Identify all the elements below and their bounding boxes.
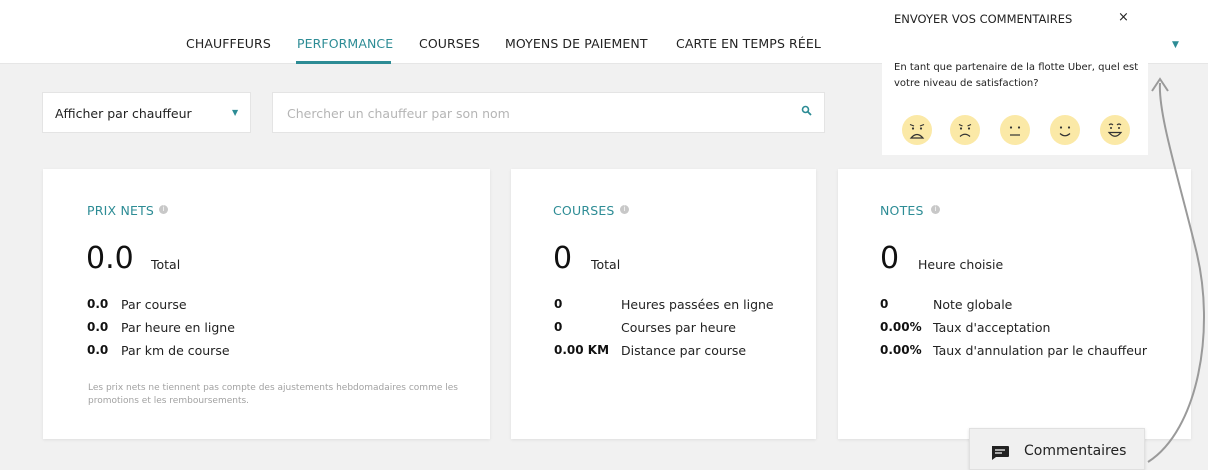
net-prices-total-label: Total [151, 257, 181, 272]
tab-courses[interactable]: COURSES [419, 36, 480, 51]
active-tab-indicator [296, 61, 391, 64]
chevron-down-icon: ▼ [232, 108, 239, 117]
ratings-title: NOTES [880, 203, 924, 218]
net-per-km-value: 0.0 [87, 343, 109, 357]
trips-per-hour-value: 0 [554, 320, 563, 334]
overall-rating-value: 0 [880, 297, 889, 311]
net-per-hour-label: Par heure en ligne [121, 320, 235, 335]
info-icon[interactable]: i [620, 205, 629, 214]
tab-carte-en-temps-reel[interactable]: CARTE EN TEMPS RÉEL [676, 36, 821, 51]
net-per-km-label: Par km de course [121, 343, 230, 358]
feedback-panel: ENVOYER VOS COMMENTAIRES × En tant que p… [882, 0, 1148, 155]
search-icon[interactable] [801, 105, 813, 117]
neutral-face-icon[interactable] [999, 114, 1031, 146]
trips-per-hour-label: Courses par heure [621, 320, 736, 335]
view-by-driver-select[interactable]: Afficher par chauffeur ▼ [42, 92, 251, 133]
view-select-value: Afficher par chauffeur [55, 106, 192, 121]
info-icon[interactable]: i [159, 205, 168, 214]
cancellation-rate-label: Taux d'annulation par le chauffeur [933, 343, 1147, 358]
overall-rating-label: Note globale [933, 297, 1013, 312]
unhappy-face-icon[interactable] [949, 114, 981, 146]
comments-button[interactable]: Commentaires [969, 428, 1145, 470]
satisfaction-question: En tant que partenaire de la flotte Uber… [894, 62, 1139, 89]
net-per-trip-label: Par course [121, 297, 187, 312]
info-icon[interactable]: i [931, 205, 940, 214]
trips-total-value: 0 [553, 241, 573, 276]
account-dropdown-caret-icon[interactable]: ▼ [1172, 40, 1179, 50]
driver-search-box [272, 92, 825, 133]
trips-title: COURSES [553, 203, 615, 218]
trips-total-label: Total [591, 257, 621, 272]
curved-arrow-annotation [1147, 77, 1205, 463]
distance-per-trip-value: 0.00 KM [554, 343, 610, 357]
chat-bubble-icon [992, 446, 1009, 460]
very-unhappy-face-icon[interactable] [901, 114, 933, 146]
hours-online-label: Heures passées en ligne [621, 297, 774, 312]
acceptance-rate-label: Taux d'acceptation [933, 320, 1051, 335]
tab-chauffeurs[interactable]: CHAUFFEURS [186, 36, 271, 51]
close-icon[interactable]: × [1118, 10, 1129, 25]
tab-performance[interactable]: PERFORMANCE [297, 36, 393, 51]
ratings-label: Heure choisie [918, 257, 1004, 272]
feedback-title: ENVOYER VOS COMMENTAIRES [894, 12, 1073, 26]
comments-button-label: Commentaires [1024, 443, 1127, 459]
acceptance-rate-value: 0.00% [880, 320, 922, 334]
net-prices-footnote: Les prix nets ne tiennent pas compte des… [88, 383, 458, 406]
trips-card: COURSES i 0 Total 0 Heures passées en li… [511, 169, 816, 439]
happy-face-icon[interactable] [1049, 114, 1081, 146]
net-prices-total-value: 0.0 [86, 241, 134, 276]
net-prices-title: PRIX NETS [87, 203, 155, 218]
net-prices-card: PRIX NETS i 0.0 Total 0.0 Par course 0.0… [43, 169, 490, 439]
net-per-trip-value: 0.0 [87, 297, 109, 311]
cancellation-rate-value: 0.00% [880, 343, 922, 357]
tab-moyens-de-paiement[interactable]: MOYENS DE PAIEMENT [505, 36, 648, 51]
distance-per-trip-label: Distance par course [621, 343, 747, 358]
driver-search-input[interactable] [287, 104, 767, 122]
ratings-value: 0 [880, 241, 900, 276]
hours-online-value: 0 [554, 297, 563, 311]
net-per-hour-value: 0.0 [87, 320, 109, 334]
